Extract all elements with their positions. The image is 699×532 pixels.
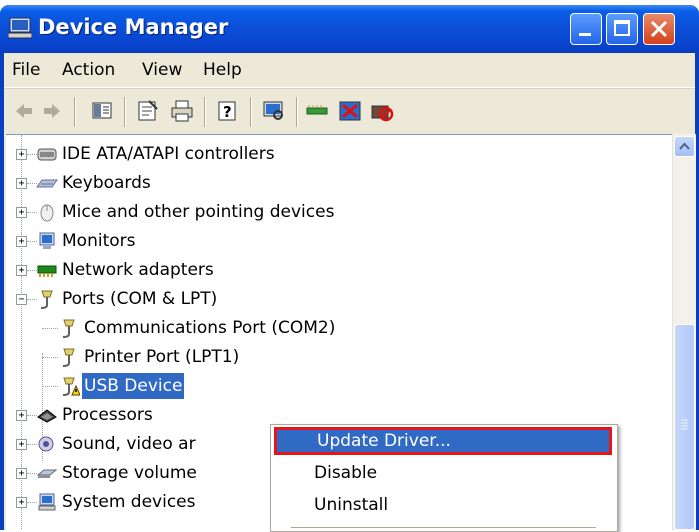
system-icon <box>38 493 56 511</box>
tree-item-label: System devices <box>62 492 196 512</box>
menu-help[interactable]: Help <box>203 60 242 80</box>
vertical-scrollbar[interactable] <box>672 134 696 530</box>
monitor-icon <box>39 232 55 249</box>
svg-text:?: ? <box>223 103 232 121</box>
tree-item-label: USB Device <box>82 373 185 399</box>
tree-item-mice[interactable]: + Mice and other pointing devices <box>6 199 666 225</box>
mouse-icon <box>40 204 54 222</box>
menu-separator <box>291 527 596 528</box>
tree-item-label: IDE ATA/ATAPI controllers <box>62 144 275 164</box>
scan-hardware-icon[interactable] <box>260 98 288 124</box>
toolbar-separator <box>250 97 252 127</box>
menu-file[interactable]: File <box>12 60 40 80</box>
tree-item-label: Sound, video ar <box>62 434 196 454</box>
tree-line <box>42 386 58 388</box>
scroll-up-button[interactable] <box>674 136 695 157</box>
menu-item-uninstall[interactable]: Uninstall <box>274 491 612 519</box>
menu-view[interactable]: View <box>142 60 182 80</box>
toolbar: ? <box>4 88 695 135</box>
menu-item-update-driver[interactable]: Update Driver... <box>274 427 612 455</box>
menu-action[interactable]: Action <box>62 60 115 80</box>
update-driver-icon[interactable] <box>304 98 332 124</box>
scroll-thumb[interactable] <box>674 324 695 530</box>
expand-icon[interactable]: + <box>16 207 27 218</box>
close-button[interactable] <box>643 13 675 45</box>
tree-line <box>42 357 58 359</box>
tree-item-label: Communications Port (COM2) <box>84 318 336 338</box>
keyboard-icon <box>36 179 58 188</box>
tree-item-network-adapters[interactable]: + Network adapters <box>6 257 666 283</box>
back-icon[interactable] <box>10 98 38 124</box>
chevron-up-icon <box>679 142 690 150</box>
expand-icon[interactable]: + <box>16 149 27 160</box>
menu-bar: File Action View Help <box>4 53 695 88</box>
network-adapter-icon <box>37 265 57 277</box>
expand-icon[interactable]: + <box>16 439 27 450</box>
processor-icon <box>37 409 57 423</box>
minimize-icon <box>579 33 591 36</box>
tree-item-lpt1[interactable]: Printer Port (LPT1) <box>6 344 666 370</box>
tree-line <box>42 328 58 330</box>
tree-item-label: Monitors <box>62 231 136 251</box>
maximize-button[interactable] <box>606 13 638 45</box>
expand-icon[interactable]: + <box>16 265 27 276</box>
storage-icon <box>36 469 58 478</box>
forward-icon[interactable] <box>38 98 66 124</box>
tree-item-label: Printer Port (LPT1) <box>84 347 240 367</box>
help-icon[interactable]: ? <box>214 98 242 124</box>
expand-icon[interactable]: + <box>16 410 27 421</box>
context-menu: Update Driver... Disable Uninstall <box>270 424 618 532</box>
toolbar-separator <box>204 97 206 127</box>
tree-item-keyboards[interactable]: + Keyboards <box>6 170 666 196</box>
menu-item-disable[interactable]: Disable <box>274 459 612 487</box>
uninstall-icon[interactable] <box>336 98 364 124</box>
show-hide-console-tree-icon[interactable] <box>88 98 116 124</box>
close-icon <box>650 20 668 38</box>
tree-item-com2[interactable]: Communications Port (COM2) <box>6 315 666 341</box>
toolbar-separator <box>74 97 76 127</box>
expand-icon[interactable]: + <box>16 178 27 189</box>
print-icon[interactable] <box>168 98 196 124</box>
expand-icon[interactable]: + <box>16 497 27 508</box>
tree-item-label: Network adapters <box>62 260 214 280</box>
tree-item-label: Ports (COM & LPT) <box>62 289 218 309</box>
ide-controller-icon <box>37 148 57 161</box>
toolbar-separator <box>296 97 298 127</box>
minimize-button[interactable] <box>570 13 602 45</box>
port-icon <box>40 290 53 309</box>
disable-icon[interactable] <box>368 98 396 124</box>
maximize-icon <box>614 20 630 36</box>
tree-item-label: Storage volume <box>62 463 197 483</box>
title-bar[interactable]: Device Manager <box>0 5 699 53</box>
grip-icon <box>681 419 688 430</box>
tree-item-label: Keyboards <box>62 173 151 193</box>
expand-icon[interactable]: + <box>16 468 27 479</box>
port-icon <box>62 348 75 367</box>
properties-icon[interactable] <box>134 98 162 124</box>
tree-item-label: Mice and other pointing devices <box>62 202 335 222</box>
tree-item-usb-device[interactable]: USB Device <box>6 373 666 399</box>
computer-icon <box>8 17 32 39</box>
port-warning-icon <box>62 377 80 396</box>
tree-item-ide-controllers[interactable]: + IDE ATA/ATAPI controllers <box>6 141 666 167</box>
toolbar-separator <box>124 97 126 127</box>
window-title: Device Manager <box>38 15 229 39</box>
sound-icon <box>38 436 54 452</box>
port-icon <box>62 319 75 338</box>
expand-icon[interactable]: + <box>16 236 27 247</box>
tree-item-monitors[interactable]: + Monitors <box>6 228 666 254</box>
tree-item-label: Processors <box>62 405 153 425</box>
tree-item-ports[interactable]: − Ports (COM & LPT) <box>6 286 666 312</box>
collapse-icon[interactable]: − <box>16 294 27 305</box>
